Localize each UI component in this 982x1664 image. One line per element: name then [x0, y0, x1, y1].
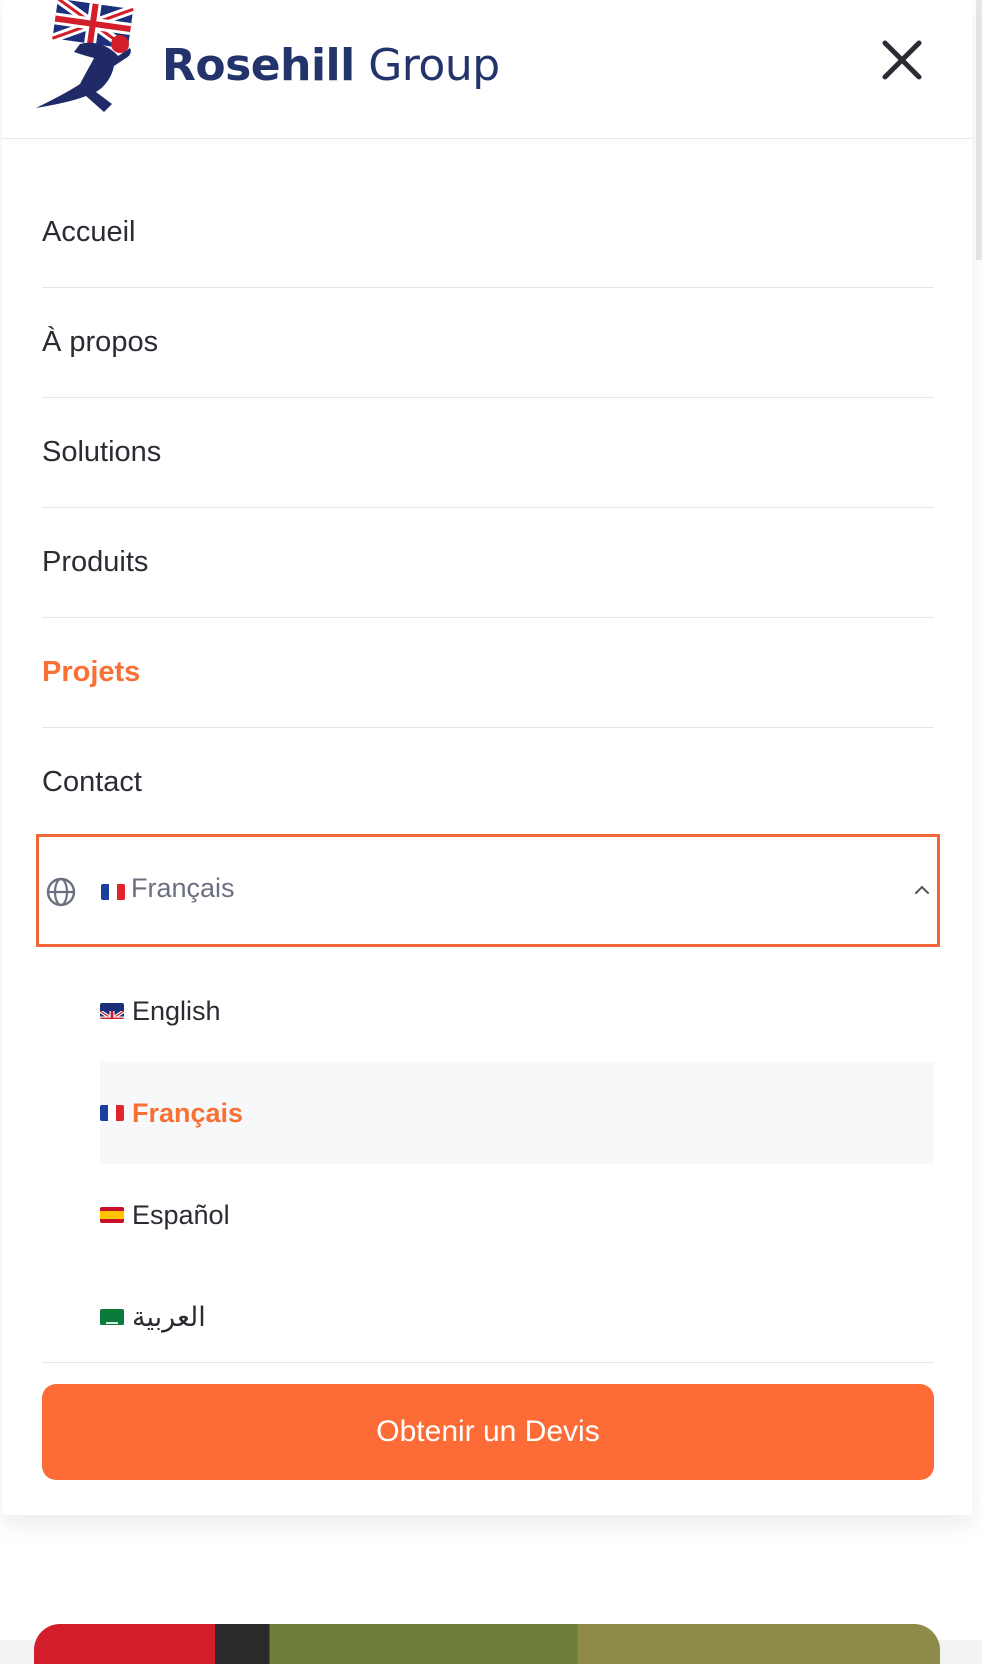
main-nav: Accueil À propos Solutions Produits Proj…	[42, 178, 934, 837]
uk-flag-icon	[100, 1003, 124, 1019]
mobile-menu-panel: Rosehill Group Accueil À propos Solution…	[2, 0, 972, 1515]
nav-item-accueil[interactable]: Accueil	[42, 178, 934, 288]
fr-flag-icon	[100, 1105, 124, 1121]
get-quote-button[interactable]: Obtenir un Devis	[42, 1384, 934, 1480]
language-option-espanol[interactable]: Español	[100, 1164, 934, 1266]
close-icon	[882, 40, 922, 80]
menu-divider	[42, 1362, 934, 1363]
hero-image-peek	[34, 1624, 940, 1664]
runner-flag-logo-icon	[36, 0, 135, 113]
chevron-up-icon	[915, 885, 929, 894]
logo-text-bold: Rosehill	[162, 39, 355, 91]
nav-item-contact[interactable]: Contact	[42, 728, 934, 837]
menu-header: Rosehill Group	[2, 0, 972, 139]
current-language: Français	[131, 873, 235, 903]
fr-flag-icon	[101, 884, 125, 900]
logo-text-light: Group	[354, 39, 500, 91]
language-option-arabic[interactable]: العربية	[100, 1266, 934, 1368]
language-option-label: English	[132, 995, 221, 1026]
logo-wordmark: Rosehill Group	[162, 40, 500, 91]
language-option-label: Español	[132, 1199, 230, 1230]
language-selector[interactable]: Français	[36, 834, 940, 947]
language-options: English Français Español العربية	[100, 960, 934, 1368]
nav-item-a-propos[interactable]: À propos	[42, 288, 934, 398]
es-flag-icon	[100, 1207, 124, 1223]
sa-flag-icon	[100, 1309, 124, 1325]
nav-item-produits[interactable]: Produits	[42, 508, 934, 618]
language-option-english[interactable]: English	[100, 960, 934, 1062]
rosehill-logo[interactable]: Rosehill Group	[34, 0, 500, 118]
language-option-francais[interactable]: Français	[100, 1062, 934, 1164]
language-option-label: Français	[132, 1097, 244, 1128]
nav-item-projets[interactable]: Projets	[42, 618, 934, 728]
nav-item-solutions[interactable]: Solutions	[42, 398, 934, 508]
scrollbar[interactable]	[976, 0, 982, 260]
language-option-label: العربية	[132, 1301, 206, 1332]
globe-icon	[46, 877, 76, 907]
close-menu-button[interactable]	[872, 30, 932, 90]
